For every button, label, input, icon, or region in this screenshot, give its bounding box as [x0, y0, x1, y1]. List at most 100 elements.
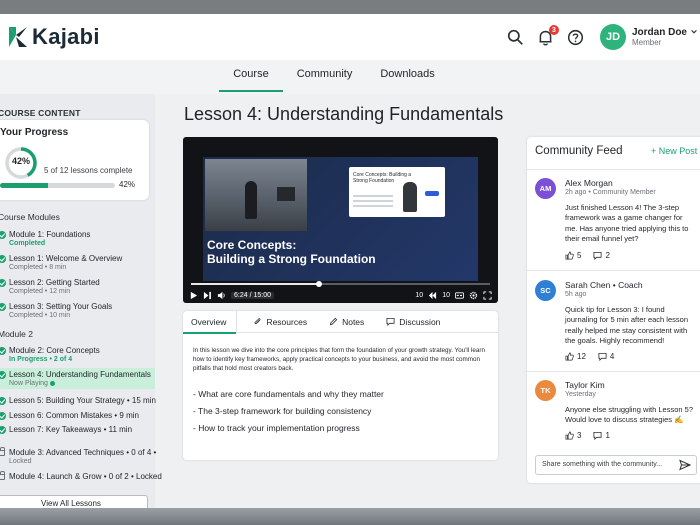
- volume-icon[interactable]: [217, 291, 226, 300]
- new-post-button[interactable]: + New Post: [651, 146, 697, 156]
- sidebar-item-lesson-1[interactable]: Lesson 1: Welcome & Overview Completed •…: [0, 254, 155, 271]
- item-title: Module 4: Launch & Grow • 0 of 2 • Locke…: [9, 472, 162, 481]
- overview-text: In this lesson we dive into the core pri…: [193, 347, 485, 373]
- feed-post: AM Alex Morgan 2h ago • Community Member…: [527, 178, 700, 270]
- kajabi-logo[interactable]: Kajabi: [8, 24, 100, 50]
- video-scrubber-handle[interactable]: [315, 281, 322, 287]
- comment-icon: [593, 251, 602, 260]
- sidebar-item-lesson-4[interactable]: Lesson 4: Understanding Fundamentals Now…: [0, 368, 155, 389]
- post-avatar[interactable]: SC: [535, 280, 556, 301]
- item-status: In Progress • 2 of 4: [9, 356, 73, 363]
- post-author[interactable]: Alex Morgan: [565, 178, 613, 188]
- item-title: Lesson 5: Building Your Strategy • 15 mi…: [9, 396, 156, 405]
- tab-resources[interactable]: Resources: [245, 311, 315, 333]
- notifications-button[interactable]: 3: [536, 25, 559, 47]
- post-author[interactable]: Sarah Chen • Coach: [565, 280, 643, 290]
- like-button[interactable]: 12: [565, 352, 586, 361]
- rewind-icon[interactable]: [428, 291, 437, 300]
- skip-forward-button[interactable]: 10: [442, 292, 450, 299]
- feed-title: Community Feed: [535, 145, 623, 157]
- tab-label: Discussion: [399, 317, 441, 327]
- search-button[interactable]: [506, 27, 526, 47]
- sidebar-item-lesson-3[interactable]: Lesson 3: Setting Your Goals Completed •…: [0, 302, 155, 319]
- post-avatar[interactable]: AM: [535, 178, 556, 199]
- compose-input[interactable]: Share something with the community...: [535, 455, 697, 475]
- view-all-lessons-button[interactable]: View All Lessons: [0, 495, 148, 508]
- pencil-icon: [329, 317, 338, 326]
- sidebar-item-lesson-2[interactable]: Lesson 2: Getting Started Completed • 12…: [0, 278, 155, 295]
- video-scrubber[interactable]: [191, 281, 490, 287]
- feed-post: TK Taylor Kim Yesterday Anyone else stru…: [527, 380, 700, 450]
- post-avatar[interactable]: TK: [535, 380, 556, 401]
- tab-downloads[interactable]: Downloads: [366, 60, 448, 94]
- item-status: Completed • 12 min: [9, 288, 71, 295]
- check-icon: [0, 397, 6, 405]
- item-status: Locked: [9, 458, 32, 465]
- course-sidebar: COURSE CONTENT Your Progress 42% 5 of 12…: [0, 94, 162, 508]
- item-title: Lesson 4: Understanding Fundamentals: [9, 370, 151, 379]
- user-avatar[interactable]: JD: [599, 24, 626, 50]
- like-count: 3: [577, 431, 582, 440]
- sidebar-item-lesson-6[interactable]: Lesson 6: Common Mistakes • 9 min: [0, 411, 155, 420]
- comment-button[interactable]: 1: [593, 431, 610, 440]
- user-role: Member: [631, 38, 662, 48]
- chat-icon: [386, 317, 395, 326]
- post-meta: 2h ago • Community Member: [565, 189, 656, 196]
- skip-next-icon[interactable]: [203, 291, 212, 300]
- tab-course[interactable]: Course: [219, 60, 284, 94]
- tab-notes[interactable]: Notes: [321, 311, 372, 333]
- overview-bullets: - What are core fundamentals and why the…: [193, 389, 384, 440]
- comment-button[interactable]: 4: [598, 352, 614, 361]
- video-scrubber-fill: [191, 283, 319, 285]
- item-title: Lesson 7: Key Takeaways • 11 min: [9, 425, 133, 434]
- like-button[interactable]: 5: [565, 251, 581, 260]
- like-button[interactable]: 3: [565, 431, 581, 440]
- post-actions: 3 1: [565, 431, 610, 440]
- lesson-title: Lesson 4: Understanding Fundamentals: [184, 104, 504, 124]
- video-photo: [205, 159, 307, 231]
- thumbs-up-icon: [565, 352, 574, 361]
- user-name: Jordan Doe: [631, 26, 687, 38]
- check-icon: [0, 426, 6, 434]
- sidebar-item-module-2[interactable]: Module 2: Core Concepts In Progress • 2 …: [0, 346, 155, 363]
- skip-back-button[interactable]: 10: [415, 292, 423, 299]
- progress-bar-label: 42%: [119, 180, 136, 189]
- progress-bar: [0, 183, 115, 188]
- settings-gear-icon[interactable]: [469, 291, 478, 300]
- progress-card: Your Progress 42% 5 of 12 lessons comple…: [0, 120, 149, 200]
- help-button[interactable]: [566, 27, 586, 47]
- sidebar-item-module-3[interactable]: Module 3: Advanced Techniques • 0 of 4 •…: [0, 447, 156, 465]
- bullet-item: - The 3-step framework for building cons…: [193, 406, 372, 416]
- app-window: Kajabi 3 JD Jordan Doe Member Course Com…: [0, 14, 700, 508]
- tab-community[interactable]: Community: [283, 60, 367, 94]
- sidebar-item-lesson-7[interactable]: Lesson 7: Key Takeaways • 11 min: [0, 425, 155, 434]
- play-icon[interactable]: [189, 291, 198, 300]
- check-icon: [0, 303, 6, 311]
- comment-button[interactable]: 2: [593, 251, 610, 260]
- check-icon: [0, 279, 6, 287]
- tab-discussion[interactable]: Discussion: [378, 311, 448, 333]
- sidebar-item-module-4[interactable]: Module 4: Launch & Grow • 0 of 2 • Locke…: [0, 471, 162, 481]
- now-playing-dot: [49, 380, 55, 386]
- item-title: Lesson 6: Common Mistakes • 9 min: [9, 411, 139, 420]
- captions-icon[interactable]: [455, 291, 464, 300]
- sidebar-item-module-1[interactable]: Module 1: Foundations Completed: [0, 230, 155, 247]
- progress-title: Your Progress: [0, 127, 69, 138]
- help-icon: [568, 29, 584, 45]
- post-author[interactable]: Taylor Kim: [565, 380, 605, 390]
- lock-icon: [0, 471, 5, 480]
- sidebar-item-lesson-5[interactable]: Lesson 5: Building Your Strategy • 15 mi…: [0, 396, 156, 405]
- check-icon: [0, 371, 6, 379]
- main-nav: Course Community Downloads: [0, 60, 700, 94]
- like-count: 5: [577, 251, 582, 260]
- video-slide-card: Core Concepts: Building a Strong Foundat…: [349, 167, 445, 217]
- divider: [527, 169, 700, 170]
- lesson-tabs: Overview Resources Notes Discussion: [183, 311, 498, 334]
- video-controls-row: 6:24 / 15:00 10 10: [189, 289, 492, 301]
- progress-percent: 42%: [11, 156, 30, 166]
- user-menu[interactable]: Jordan Doe Member: [632, 27, 698, 48]
- fullscreen-icon[interactable]: [483, 290, 492, 300]
- tab-overview[interactable]: Overview: [183, 311, 238, 334]
- video-player[interactable]: Core Concepts: Building a Strong Foundat…: [183, 137, 498, 303]
- send-icon[interactable]: [679, 459, 691, 471]
